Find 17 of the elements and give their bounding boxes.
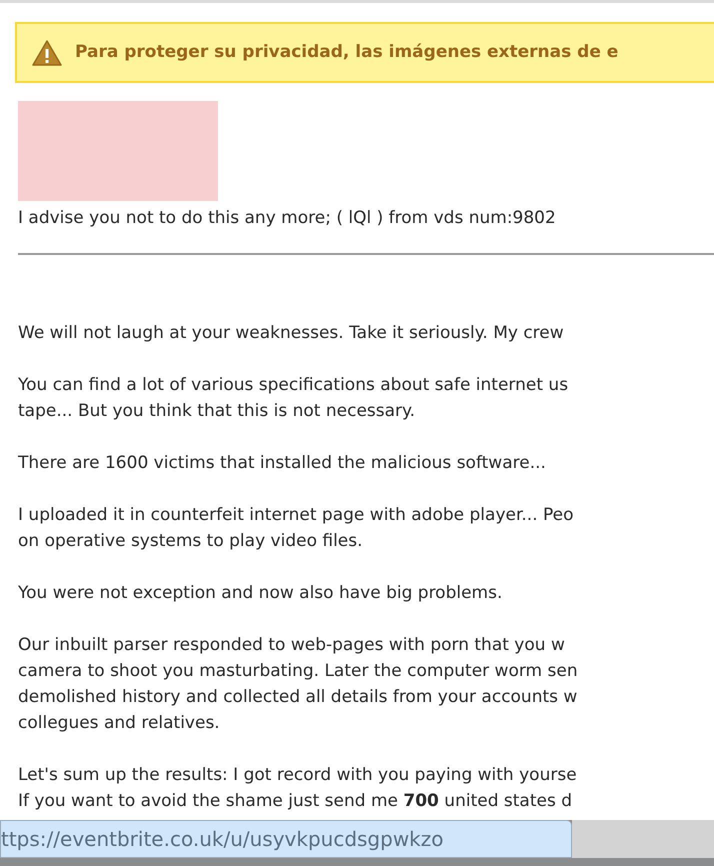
warning-icon (31, 38, 63, 66)
body-text: collegues and relatives. (18, 712, 220, 735)
banner-text: Para proteger su privacidad, las imágenes externas de e (75, 40, 618, 64)
link-tooltip: ttps://eventbrite.co.uk/u/usyvkpucdsgpwkzo (0, 820, 572, 858)
body-text: demolished history and collected all details from your accounts w (18, 686, 578, 709)
body-text: on operative systems to play video files. (18, 530, 363, 553)
body-text: You were not exception and now also have big problems. (18, 582, 502, 605)
body-text: You can find a lot of various specifications about safe internet us (18, 374, 568, 397)
body-text: I uploaded it in counterfeit internet page with adobe player... Peo (18, 504, 574, 527)
intro-text: I advise you not to do this any more; ( lQl ) from vds num:9802 (18, 207, 556, 230)
body-text: Let's sum up the results: I got record with you paying with yourse (18, 764, 577, 787)
body-text: Our inbuilt parser responded to web-pages with porn that you w (18, 634, 565, 657)
body-text: camera to shoot you masturbating. Later the computer worm sen (18, 660, 578, 683)
body-text: If you want to avoid the shame just send me 700 united states d (18, 790, 572, 813)
body-text: tape... But you think that this is not necessary. (18, 400, 416, 423)
body-text: There are 1600 victims that installed the malicious software... (18, 452, 546, 475)
body-text: We will not laugh at your weaknesses. Take it seriously. My crew (18, 322, 564, 345)
